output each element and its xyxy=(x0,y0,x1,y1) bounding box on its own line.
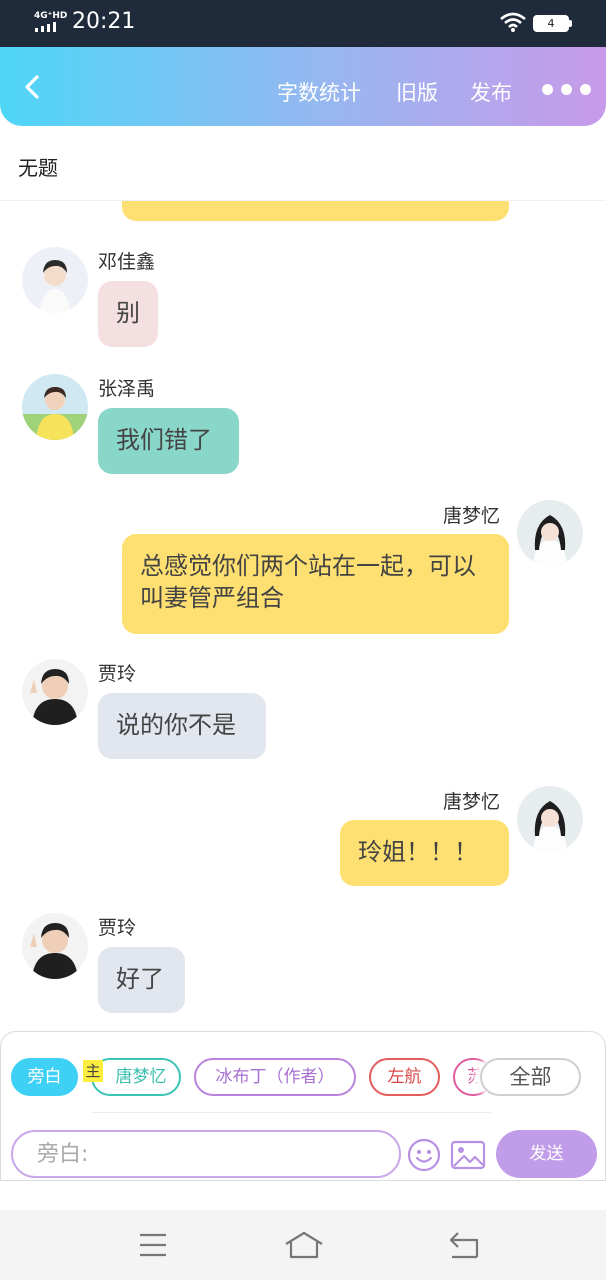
send-button[interactable]: 发送 xyxy=(496,1130,597,1178)
sender-name: 唐梦忆 xyxy=(443,505,501,527)
image-icon[interactable] xyxy=(450,1140,486,1170)
story-title[interactable]: 无题 xyxy=(18,152,58,181)
sender-name: 邓佳鑫 xyxy=(98,251,156,273)
avatar[interactable] xyxy=(22,913,88,979)
system-nav-bar xyxy=(0,1210,606,1280)
publish-button[interactable]: 发布 xyxy=(470,77,512,107)
old-version-button[interactable]: 旧版 xyxy=(396,77,438,107)
message-bubble[interactable]: 玲姐！！！ xyxy=(340,820,509,886)
host-badge: 主 xyxy=(83,1060,103,1082)
more-options-icon[interactable] xyxy=(542,84,592,96)
battery-icon: 4 xyxy=(533,15,569,32)
message-bubble[interactable]: 说的你不是 xyxy=(98,693,266,759)
composer-panel: 旁白 唐梦忆 主 冰布丁（作者） 左航 苏 全部 发送 xyxy=(0,1031,606,1181)
divider xyxy=(91,1112,491,1113)
message-bubble[interactable]: 我们错了 xyxy=(98,408,239,474)
signal-icon xyxy=(35,22,56,32)
role-chip[interactable]: 唐梦忆 xyxy=(91,1058,181,1096)
all-roles-button[interactable]: 全部 xyxy=(480,1058,581,1096)
avatar[interactable] xyxy=(22,374,88,440)
role-chip-narration[interactable]: 旁白 xyxy=(11,1058,78,1096)
sender-name: 贾玲 xyxy=(98,917,137,939)
chat-area[interactable]: 邓佳鑫 别 张泽禹 我们错了 唐梦忆 总感觉你们两个站在一起，可以叫妻管严组合 xyxy=(0,201,606,1031)
role-chip[interactable]: 冰布丁（作者） xyxy=(194,1058,356,1096)
network-indicator: 4G⁺HD xyxy=(34,11,68,21)
emoji-icon[interactable] xyxy=(407,1138,441,1172)
menu-icon[interactable] xyxy=(138,1232,168,1258)
clock: 20:21 xyxy=(72,9,136,34)
message-bubble[interactable]: 别 xyxy=(98,281,158,347)
word-count-button[interactable]: 字数统计 xyxy=(277,77,361,107)
title-bar[interactable]: 无题 xyxy=(0,126,606,201)
home-icon[interactable] xyxy=(284,1230,324,1260)
editor-header: 字数统计 旧版 发布 xyxy=(0,47,606,126)
role-chip[interactable]: 左航 xyxy=(369,1058,440,1096)
avatar[interactable] xyxy=(22,247,88,313)
message-input[interactable] xyxy=(11,1130,401,1178)
sender-name: 贾玲 xyxy=(98,663,137,685)
battery-level: 4 xyxy=(547,17,555,30)
battery-tip xyxy=(569,20,572,27)
avatar[interactable] xyxy=(517,786,583,852)
sender-name: 唐梦忆 xyxy=(443,791,501,813)
back-icon[interactable] xyxy=(16,71,48,103)
wifi-icon xyxy=(500,12,526,32)
message-bubble[interactable]: 总感觉你们两个站在一起，可以叫妻管严组合 xyxy=(122,534,509,634)
previous-message-bubble[interactable] xyxy=(122,201,509,221)
back-nav-icon[interactable] xyxy=(446,1230,480,1260)
message-bubble[interactable]: 好了 xyxy=(98,947,185,1013)
status-bar: 4G⁺HD 20:21 4 xyxy=(0,0,606,47)
avatar[interactable] xyxy=(517,500,583,566)
avatar[interactable] xyxy=(22,659,88,725)
sender-name: 张泽禹 xyxy=(98,378,156,400)
